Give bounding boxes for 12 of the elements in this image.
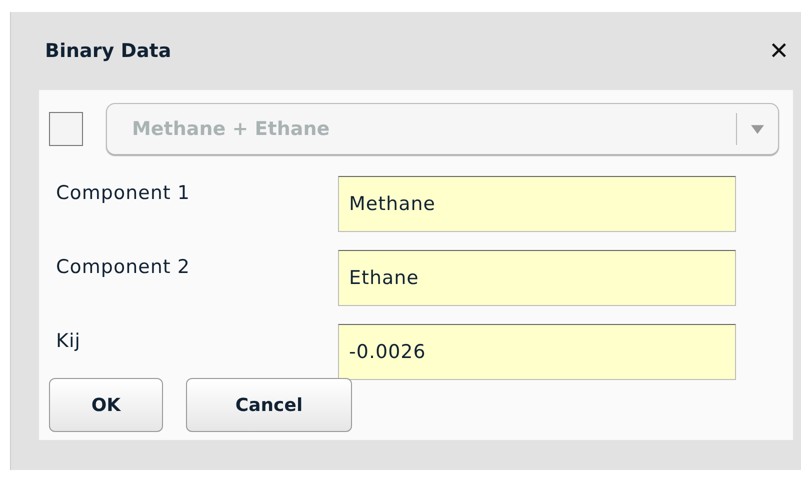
window-title: Binary Data (45, 40, 172, 62)
field-label: Kij (55, 329, 82, 352)
checkbox[interactable] (49, 112, 83, 146)
dialog-button[interactable]: Cancel (186, 378, 352, 432)
input-field[interactable]: Ethane (338, 250, 736, 306)
field-label: Component 1 (55, 181, 191, 204)
input-field[interactable]: -0.0026 (338, 324, 736, 380)
dialog-button[interactable]: OK (49, 378, 163, 432)
close-button[interactable]: ✕ (768, 37, 789, 65)
caret-icon (751, 124, 764, 134)
field-label: Component 2 (55, 255, 191, 278)
input-field[interactable]: Methane (338, 176, 736, 232)
